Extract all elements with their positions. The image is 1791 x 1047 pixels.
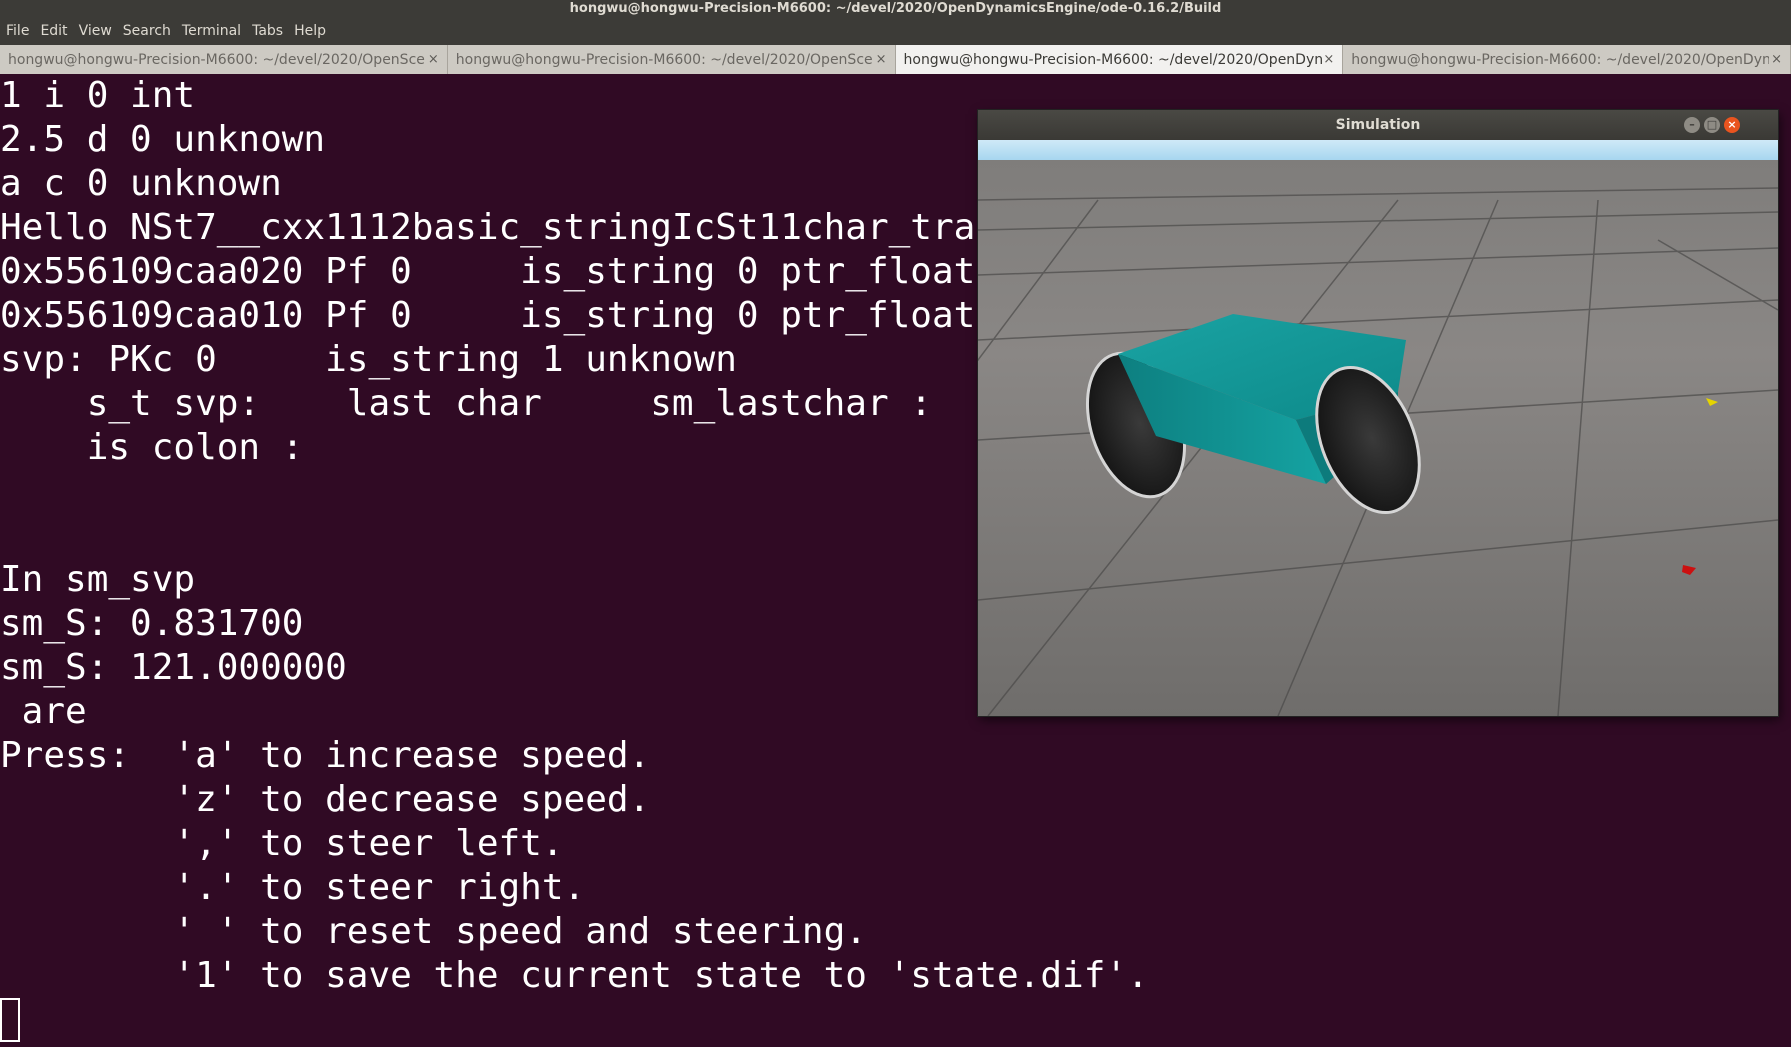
terminal-line: '1' to save the current state to 'state.… xyxy=(0,955,1149,996)
terminal-line: In sm_svp xyxy=(0,559,196,600)
terminal-line: Press: 'a' to increase speed. xyxy=(0,735,651,776)
terminal-tab[interactable]: hongwu@hongwu-Precision-M6600: ~/devel/2… xyxy=(1343,45,1791,74)
window-title-bar: hongwu@hongwu-Precision-M6600: ~/devel/2… xyxy=(0,0,1791,17)
terminal-tab[interactable]: hongwu@hongwu-Precision-M6600: ~/devel/2… xyxy=(447,45,896,74)
tab-close-icon[interactable]: × xyxy=(428,45,439,74)
terminal-line: 2.5 d 0 unknown xyxy=(0,119,326,160)
terminal-line: are xyxy=(0,691,87,732)
terminal-line: 'z' to decrease speed. xyxy=(0,779,651,820)
terminal-line: svp: PKc 0 is_string 1 unknown xyxy=(0,339,737,380)
menu-tabs[interactable]: Tabs xyxy=(252,23,283,39)
tab-close-icon[interactable]: × xyxy=(1771,45,1782,74)
terminal-tab[interactable]: hongwu@hongwu-Precision-M6600: ~/devel/2… xyxy=(0,45,448,74)
tab-label: hongwu@hongwu-Precision-M6600: ~/devel/2… xyxy=(1351,52,1770,68)
tab-label: hongwu@hongwu-Precision-M6600: ~/devel/2… xyxy=(903,52,1322,68)
terminal-line: 0x556109caa010 Pf 0 is_string 0 ptr_floa… xyxy=(0,295,976,336)
terminal-line: sm_S: 121.000000 xyxy=(0,647,347,688)
simulation-window[interactable]: Simulation – □ × xyxy=(978,110,1778,716)
terminal-tab-active[interactable]: hongwu@hongwu-Precision-M6600: ~/devel/2… xyxy=(895,45,1344,74)
terminal-line: sm_S: 0.831700 xyxy=(0,603,304,644)
menu-edit[interactable]: Edit xyxy=(40,23,67,39)
menu-view[interactable]: View xyxy=(79,23,112,39)
tab-label: hongwu@hongwu-Precision-M6600: ~/devel/2… xyxy=(8,52,426,68)
tab-bar: hongwu@hongwu-Precision-M6600: ~/devel/2… xyxy=(0,45,1791,74)
maximize-button[interactable]: □ xyxy=(1704,117,1720,133)
simulation-title-bar[interactable]: Simulation – □ × xyxy=(978,110,1778,140)
terminal-line: '.' to steer right. xyxy=(0,867,586,908)
terminal-line: ' ' to reset speed and steering. xyxy=(0,911,867,952)
minimize-button[interactable]: – xyxy=(1684,117,1700,133)
menu-terminal[interactable]: Terminal xyxy=(182,23,241,39)
menu-help[interactable]: Help xyxy=(294,23,326,39)
sky xyxy=(978,140,1778,160)
terminal-line: is colon : xyxy=(0,427,304,468)
close-button[interactable]: × xyxy=(1724,117,1740,133)
terminal-line: Hello NSt7__cxx1112basic_stringIcSt11cha… xyxy=(0,207,976,248)
simulation-viewport[interactable] xyxy=(978,140,1778,716)
menu-file[interactable]: File xyxy=(6,23,29,39)
terminal-line: 0x556109caa020 Pf 0 is_string 0 ptr_floa… xyxy=(0,251,976,292)
simulation-title: Simulation xyxy=(1335,117,1421,133)
terminal-line: ',' to steer left. xyxy=(0,823,564,864)
menu-search[interactable]: Search xyxy=(123,23,171,39)
tab-close-icon[interactable]: × xyxy=(1323,45,1334,74)
terminal-cursor xyxy=(0,998,20,1042)
terminal-line: 1 i 0 int xyxy=(0,75,196,116)
menu-bar: File Edit View Search Terminal Tabs Help xyxy=(0,17,1791,45)
window-title: hongwu@hongwu-Precision-M6600: ~/devel/2… xyxy=(569,1,1222,16)
terminal-line: s_t svp: last char sm_lastchar : xyxy=(0,383,932,424)
tab-close-icon[interactable]: × xyxy=(876,45,887,74)
tab-label: hongwu@hongwu-Precision-M6600: ~/devel/2… xyxy=(455,52,874,68)
terminal-line: a c 0 unknown xyxy=(0,163,282,204)
